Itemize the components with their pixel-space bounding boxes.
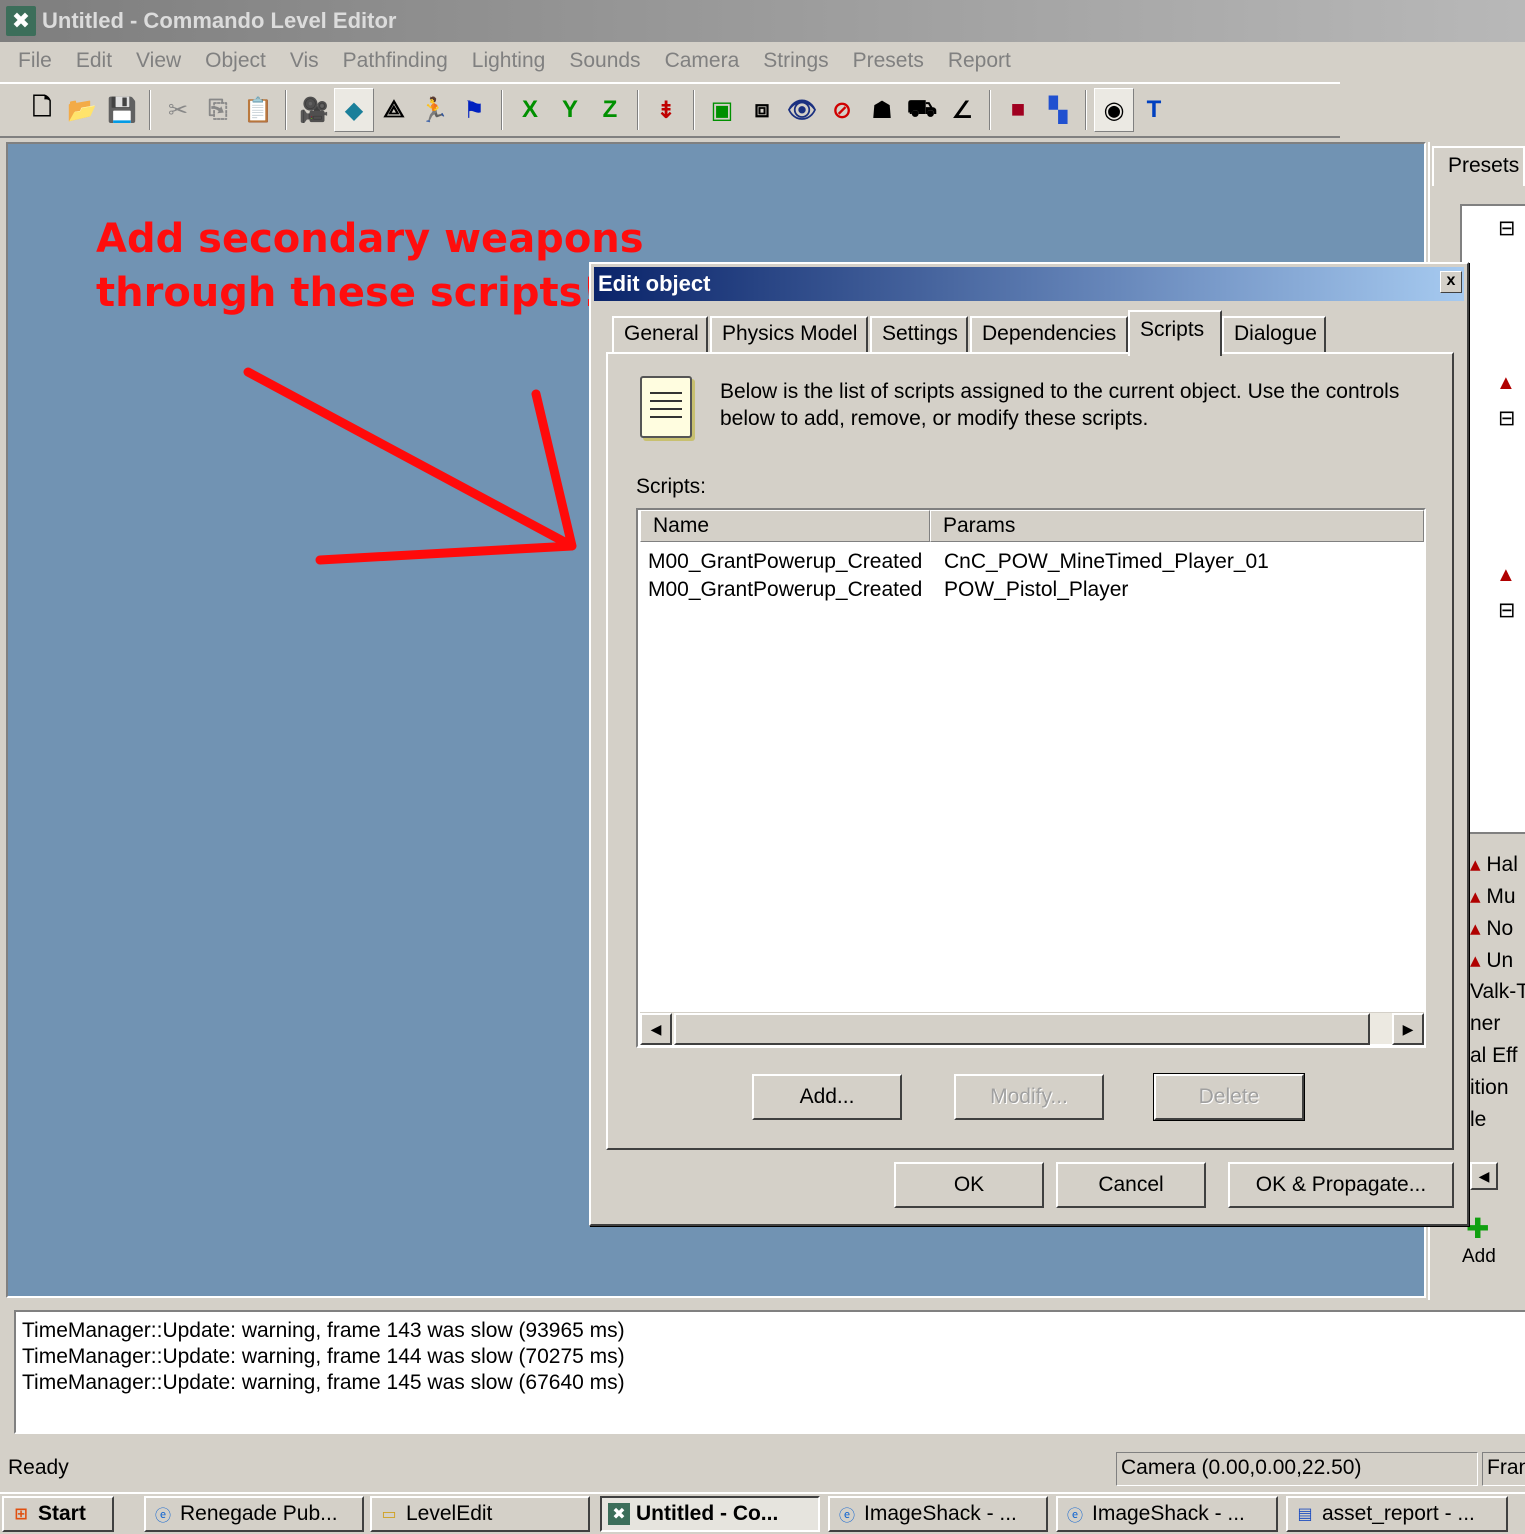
preset-item[interactable]: ▴ No bbox=[1470, 916, 1513, 941]
preset-item[interactable]: ner bbox=[1470, 1012, 1500, 1036]
preset-node-icon: ▴ bbox=[1470, 853, 1481, 876]
script-document-icon bbox=[640, 376, 692, 438]
add-script-button[interactable]: Add... bbox=[752, 1074, 902, 1120]
preset-item[interactable]: al Eff bbox=[1470, 1044, 1517, 1068]
internet-explorer-icon: ⓔ bbox=[838, 1508, 855, 1525]
preset-node-icon: ▲ bbox=[1496, 564, 1516, 586]
preset-node-icon: ▴ bbox=[1470, 949, 1481, 972]
tree-collapse-icon[interactable]: ⊟ bbox=[1498, 216, 1516, 241]
preset-node-icon: ▴ bbox=[1470, 885, 1481, 908]
column-header-name[interactable]: Name bbox=[640, 510, 930, 542]
preset-item[interactable]: le bbox=[1470, 1108, 1486, 1132]
presets-add-button[interactable]: Add bbox=[1462, 1246, 1496, 1268]
preset-item[interactable]: Valk-T bbox=[1470, 980, 1525, 1004]
delete-script-button[interactable]: Delete bbox=[1153, 1073, 1305, 1121]
scroll-left-arrow-icon[interactable]: ◀ bbox=[640, 1013, 672, 1045]
document-icon: ▤ bbox=[1297, 1506, 1313, 1523]
dialog-title: Edit object bbox=[594, 267, 1464, 301]
log-line: TimeManager::Update: warning, frame 144 … bbox=[22, 1345, 625, 1368]
tab-dependencies[interactable]: Dependencies bbox=[970, 316, 1128, 354]
camera-status: Camera (0.00,0.00,22.50) bbox=[1116, 1452, 1478, 1486]
preset-item[interactable]: ▴ Mu bbox=[1470, 884, 1516, 909]
taskbar-item[interactable]: ▤ asset_report - ... bbox=[1286, 1496, 1508, 1532]
script-row-name[interactable]: M00_GrantPowerup_Created bbox=[648, 578, 922, 602]
horizontal-scrollbar[interactable]: ◀ ▶ bbox=[640, 1012, 1424, 1045]
tab-general[interactable]: General bbox=[612, 316, 708, 354]
start-button[interactable]: ⊞ Start bbox=[2, 1496, 114, 1532]
output-log[interactable]: TimeManager::Update: warning, frame 143 … bbox=[14, 1310, 1525, 1434]
script-row-name[interactable]: M00_GrantPowerup_Created bbox=[648, 550, 922, 574]
taskbar-item-label: ImageShack - ... bbox=[864, 1502, 1017, 1525]
scripts-label: Scripts: bbox=[636, 475, 707, 498]
scroll-right-arrow-icon[interactable]: ▶ bbox=[1392, 1013, 1424, 1045]
tree-collapse-icon[interactable]: ⊟ bbox=[1498, 406, 1516, 431]
taskbar-item-label: Untitled - Co... bbox=[636, 1502, 779, 1525]
internet-explorer-icon: ⓔ bbox=[1066, 1508, 1083, 1525]
log-line: TimeManager::Update: warning, frame 145 … bbox=[22, 1371, 625, 1394]
folder-icon: ▭ bbox=[381, 1506, 397, 1523]
preset-node-icon: ▲ bbox=[1496, 372, 1516, 394]
tree-collapse-icon[interactable]: ⊟ bbox=[1498, 598, 1516, 623]
taskbar-item[interactable]: ⓔ ImageShack - ... bbox=[828, 1496, 1048, 1532]
scripts-description: Below is the list of scripts assigned to… bbox=[720, 380, 1400, 430]
taskbar-item-label: ImageShack - ... bbox=[1092, 1502, 1245, 1525]
tab-scripts[interactable]: Scripts bbox=[1128, 310, 1222, 356]
taskbar-item[interactable]: ⓔ ImageShack - ... bbox=[1056, 1496, 1278, 1532]
preset-item[interactable]: ▴ Hal bbox=[1470, 852, 1518, 877]
preset-item[interactable]: ition bbox=[1470, 1076, 1509, 1100]
scroll-left-arrow-icon[interactable]: ◀ bbox=[1470, 1162, 1498, 1190]
taskbar-item[interactable]: ⓔ Renegade Pub... bbox=[144, 1496, 364, 1532]
presets-tree[interactable]: ⊟ ⊟ ⊟ bbox=[1460, 204, 1525, 834]
annotation-arrow bbox=[243, 367, 577, 565]
close-icon[interactable]: x bbox=[1440, 271, 1462, 293]
level-editor-app-icon: ✖ bbox=[608, 1503, 630, 1525]
preset-item[interactable]: ▴ Un bbox=[1470, 948, 1513, 973]
script-row-params[interactable]: POW_Pistol_Player bbox=[944, 578, 1128, 602]
script-row-params[interactable]: CnC_POW_MineTimed_Player_01 bbox=[944, 550, 1269, 574]
taskbar-item[interactable]: ▭ LevelEdit bbox=[370, 1496, 590, 1532]
tab-settings[interactable]: Settings bbox=[870, 316, 968, 354]
taskbar-item-active[interactable]: ✖ Untitled - Co... bbox=[600, 1496, 820, 1532]
cancel-button[interactable]: Cancel bbox=[1056, 1162, 1206, 1208]
presets-tab[interactable]: Presets bbox=[1432, 146, 1525, 186]
ok-propagate-button[interactable]: OK & Propagate... bbox=[1228, 1162, 1454, 1208]
add-plus-icon[interactable]: ✚ bbox=[1466, 1212, 1489, 1245]
status-text: Ready bbox=[8, 1456, 69, 1479]
scrollbar-thumb[interactable] bbox=[674, 1013, 1370, 1045]
taskbar-item-label: asset_report - ... bbox=[1322, 1502, 1475, 1525]
modify-script-button[interactable]: Modify... bbox=[954, 1074, 1104, 1120]
windows-logo-icon: ⊞ bbox=[14, 1506, 28, 1523]
tab-dialogue[interactable]: Dialogue bbox=[1222, 316, 1326, 354]
tab-physics-model[interactable]: Physics Model bbox=[710, 316, 868, 354]
taskbar-item-label: Renegade Pub... bbox=[180, 1502, 338, 1525]
preset-node-icon: ▴ bbox=[1470, 917, 1481, 940]
taskbar-item-label: LevelEdit bbox=[406, 1502, 493, 1525]
frame-status: Fran bbox=[1482, 1452, 1525, 1486]
log-line: TimeManager::Update: warning, frame 143 … bbox=[22, 1319, 625, 1342]
column-header-params[interactable]: Params bbox=[930, 510, 1424, 542]
internet-explorer-icon: ⓔ bbox=[154, 1508, 171, 1525]
start-label: Start bbox=[38, 1502, 86, 1525]
ok-button[interactable]: OK bbox=[894, 1162, 1044, 1208]
